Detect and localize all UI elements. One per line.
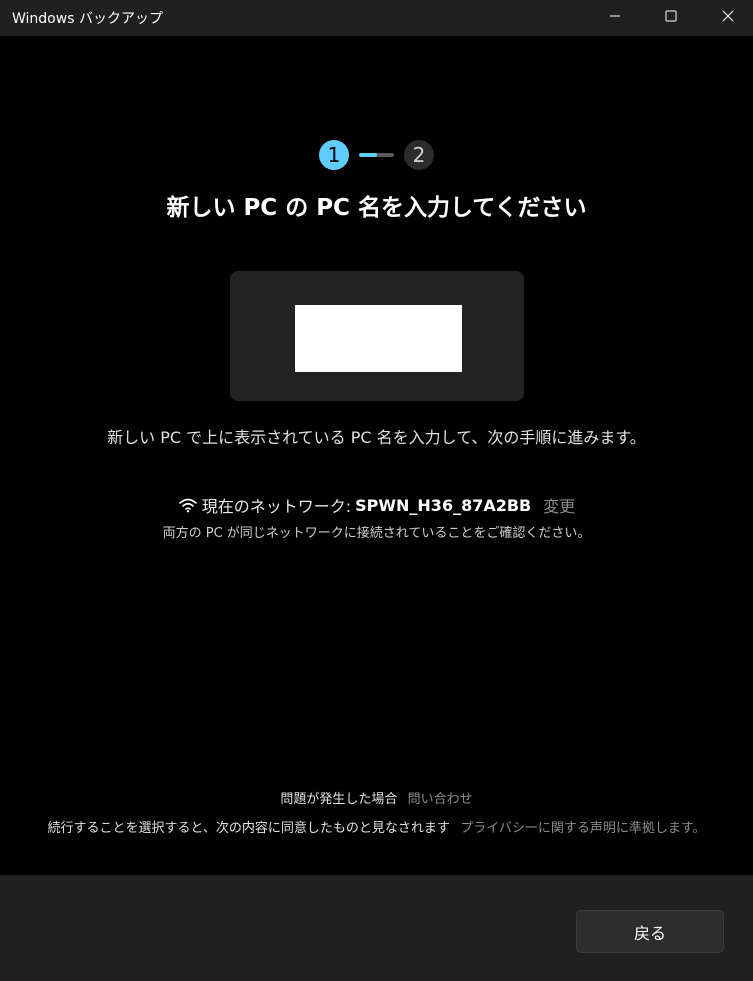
network-row: 現在のネットワーク: SPWN_H36_87A2BB 変更 [0,493,753,517]
close-icon [722,10,734,22]
maximize-button[interactable] [647,0,695,32]
pc-name-input[interactable] [295,305,462,372]
change-network-link[interactable]: 変更 [543,493,575,517]
minimize-icon [610,15,620,17]
back-button[interactable]: 戻る [576,910,724,953]
minimize-button[interactable] [591,0,639,32]
privacy-statement-link[interactable]: プライバシーに関する声明に準拠します。 [460,821,705,836]
step-2-number: 2 [412,143,426,167]
pc-name-card [230,271,524,401]
maximize-icon [665,10,677,22]
window-title: Windows バックアップ [12,11,163,27]
network-note: 両方の PC が同じネットワークに接続されていることをご確認ください。 [162,526,591,541]
page-title: 新しい PC の PC 名を入力してください [166,195,587,221]
network-label: 現在のネットワーク: [201,497,352,516]
step-2-badge: 2 [404,140,434,170]
close-button[interactable] [704,0,752,32]
step-1-badge: 1 [319,140,349,170]
consent-text: 続行することを選択すると、次の内容に同意したものと見なされます [47,821,450,836]
wifi-icon [178,497,198,513]
step-1-number: 1 [327,143,341,167]
step-progress-fill [359,153,377,157]
step-progress-bar [359,153,394,157]
title-bar: Windows バックアップ [0,0,753,36]
footer-bar: 戻る [0,875,753,981]
trouble-row: 問題が発生した場合 問い合わせ [0,788,753,807]
consent-row: 続行することを選択すると、次の内容に同意したものと見なされます プライバシーに関… [0,817,753,836]
trouble-text: 問題が発生した場合 [280,792,398,807]
network-ssid: SPWN_H36_87A2BB [355,495,532,515]
instruction-text: 新しい PC で上に表示されている PC 名を入力して、次の手順に進みます。 [107,428,646,447]
contact-link[interactable]: 問い合わせ [408,792,473,807]
backup-window: Windows バックアップ 1 2 新しい PC の PC 名を入力してくださ… [0,0,753,981]
